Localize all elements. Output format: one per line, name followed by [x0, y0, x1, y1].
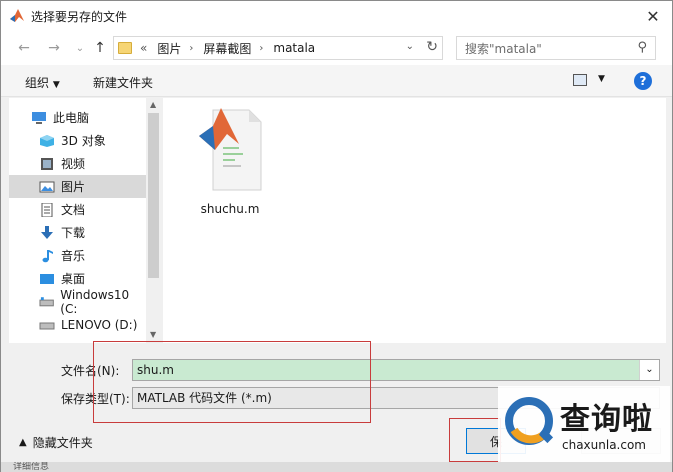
sidebar-item-label: 音乐: [61, 249, 86, 263]
annotation-box: [449, 418, 501, 462]
search-placeholder: 搜索"matala": [465, 41, 542, 56]
up-button[interactable]: ↑: [91, 39, 109, 57]
picture-icon: [39, 181, 55, 192]
sidebar-item-pictures[interactable]: 图片: [9, 175, 146, 198]
forward-button[interactable]: →: [45, 39, 63, 57]
download-icon: [41, 225, 53, 239]
sidebar-item-label: 3D 对象: [61, 134, 106, 148]
cube-icon: [40, 134, 54, 147]
organize-label: 组织: [25, 76, 50, 90]
chevron-down-icon: ▼: [52, 80, 60, 90]
sidebar-item-drive-d[interactable]: LENOVO (D:): [9, 313, 146, 336]
view-options-icon[interactable]: [573, 74, 587, 86]
search-icon[interactable]: ⚲: [637, 40, 647, 55]
breadcrumb-overflow[interactable]: «: [140, 41, 147, 55]
back-button[interactable]: ←: [15, 39, 33, 57]
desktop-icon: [40, 273, 54, 284]
sidebar-item-music[interactable]: 音乐: [9, 244, 146, 267]
sidebar-item-label: 下载: [61, 226, 86, 240]
sidebar-item-label: 视频: [61, 157, 86, 171]
sidebar-item-this-pc[interactable]: 此电脑: [9, 106, 146, 129]
organize-menu[interactable]: 组织 ▼: [25, 74, 60, 91]
sidebar-item-videos[interactable]: 视频: [9, 152, 146, 175]
document-icon: [41, 202, 53, 217]
navigation-pane: 此电脑 3D 对象 视频 图片 文档 下载 音乐 桌面 Windows10 (C…: [9, 98, 161, 343]
search-input[interactable]: 搜索"matala" ⚲: [456, 36, 656, 60]
close-icon: ✕: [646, 6, 660, 26]
sidebar-item-documents[interactable]: 文档: [9, 198, 146, 221]
details-label: 详细信息: [13, 462, 50, 472]
folder-icon: [118, 42, 132, 54]
sidebar-scrollbar-thumb[interactable]: [148, 113, 159, 278]
navigation-bar: ← → ⌄ ↑ « 图片 › 屏幕截图 › matala ⌄ ↻ 搜索"mata…: [1, 31, 672, 65]
breadcrumb-separator-icon: ›: [259, 42, 264, 54]
address-dropdown-icon[interactable]: ⌄: [406, 41, 414, 52]
refresh-icon[interactable]: ↻: [426, 39, 438, 55]
sidebar-item-label: 桌面: [61, 272, 86, 286]
address-bar[interactable]: « 图片 › 屏幕截图 › matala ⌄ ↻: [113, 36, 443, 60]
sidebar-item-downloads[interactable]: 下载: [9, 221, 146, 244]
sidebar-item-label: LENOVO (D:): [61, 317, 138, 332]
watermark: 查询啦 chaxunla.com: [498, 386, 670, 470]
file-name: shuchu.m: [200, 202, 260, 216]
breadcrumb-item[interactable]: matala: [273, 41, 315, 55]
file-list: shuchu.m: [163, 98, 666, 343]
sidebar-item-label: Windows10 (C:: [60, 287, 130, 316]
window-title: 选择要另存的文件: [31, 9, 128, 24]
watermark-url: chaxunla.com: [562, 438, 646, 452]
hide-folders-label: 隐藏文件夹: [32, 436, 93, 450]
chevron-down-icon[interactable]: ⌄: [639, 360, 659, 380]
sidebar-item-label: 此电脑: [53, 111, 90, 125]
save-file-dialog: 选择要另存的文件 ✕ ← → ⌄ ↑ « 图片 › 屏幕截图 › matala …: [0, 0, 673, 472]
watermark-title: 查询啦: [560, 402, 653, 437]
chevron-up-icon: ▲: [19, 437, 27, 448]
chevron-down-icon[interactable]: ▼: [598, 74, 605, 84]
chevron-down-icon: ⌄: [75, 42, 85, 54]
drive-icon: [39, 322, 55, 329]
title-bar: 选择要另存的文件 ✕: [1, 1, 672, 31]
sidebar-item-3d-objects[interactable]: 3D 对象: [9, 129, 146, 152]
breadcrumb-separator-icon: ›: [189, 42, 194, 54]
sidebar-item-label: 图片: [61, 180, 86, 194]
scroll-up-icon[interactable]: ▲: [150, 100, 156, 109]
recent-locations-button[interactable]: ⌄: [71, 39, 89, 57]
file-item[interactable]: shuchu.m: [185, 106, 275, 216]
new-folder-button[interactable]: 新建文件夹: [93, 74, 153, 91]
breadcrumb-item[interactable]: 屏幕截图: [203, 40, 251, 57]
matlab-icon: [10, 9, 24, 22]
close-button[interactable]: ✕: [640, 5, 666, 27]
command-toolbar: 组织 ▼ 新建文件夹 ▼ ?: [1, 65, 672, 97]
video-icon: [41, 157, 53, 170]
scroll-down-icon[interactable]: ▼: [150, 330, 156, 339]
up-arrow-icon: ↑: [94, 40, 106, 56]
drive-icon: [39, 296, 54, 306]
sidebar-item-drive-c[interactable]: Windows10 (C:: [9, 287, 146, 316]
details-strip: 详细信息: [1, 462, 672, 472]
forward-arrow-icon: →: [48, 40, 60, 56]
sidebar-item-label: 文档: [61, 203, 86, 217]
hide-folders-toggle[interactable]: ▲ 隐藏文件夹: [19, 434, 93, 451]
magnifier-logo-icon: [505, 397, 554, 445]
matlab-file-icon: [199, 108, 262, 191]
help-icon[interactable]: ?: [634, 72, 652, 90]
annotation-box: [93, 341, 371, 423]
back-arrow-icon: ←: [18, 40, 30, 56]
computer-icon: [32, 111, 46, 124]
breadcrumb-item[interactable]: 图片: [157, 40, 181, 57]
music-icon: [42, 249, 53, 262]
